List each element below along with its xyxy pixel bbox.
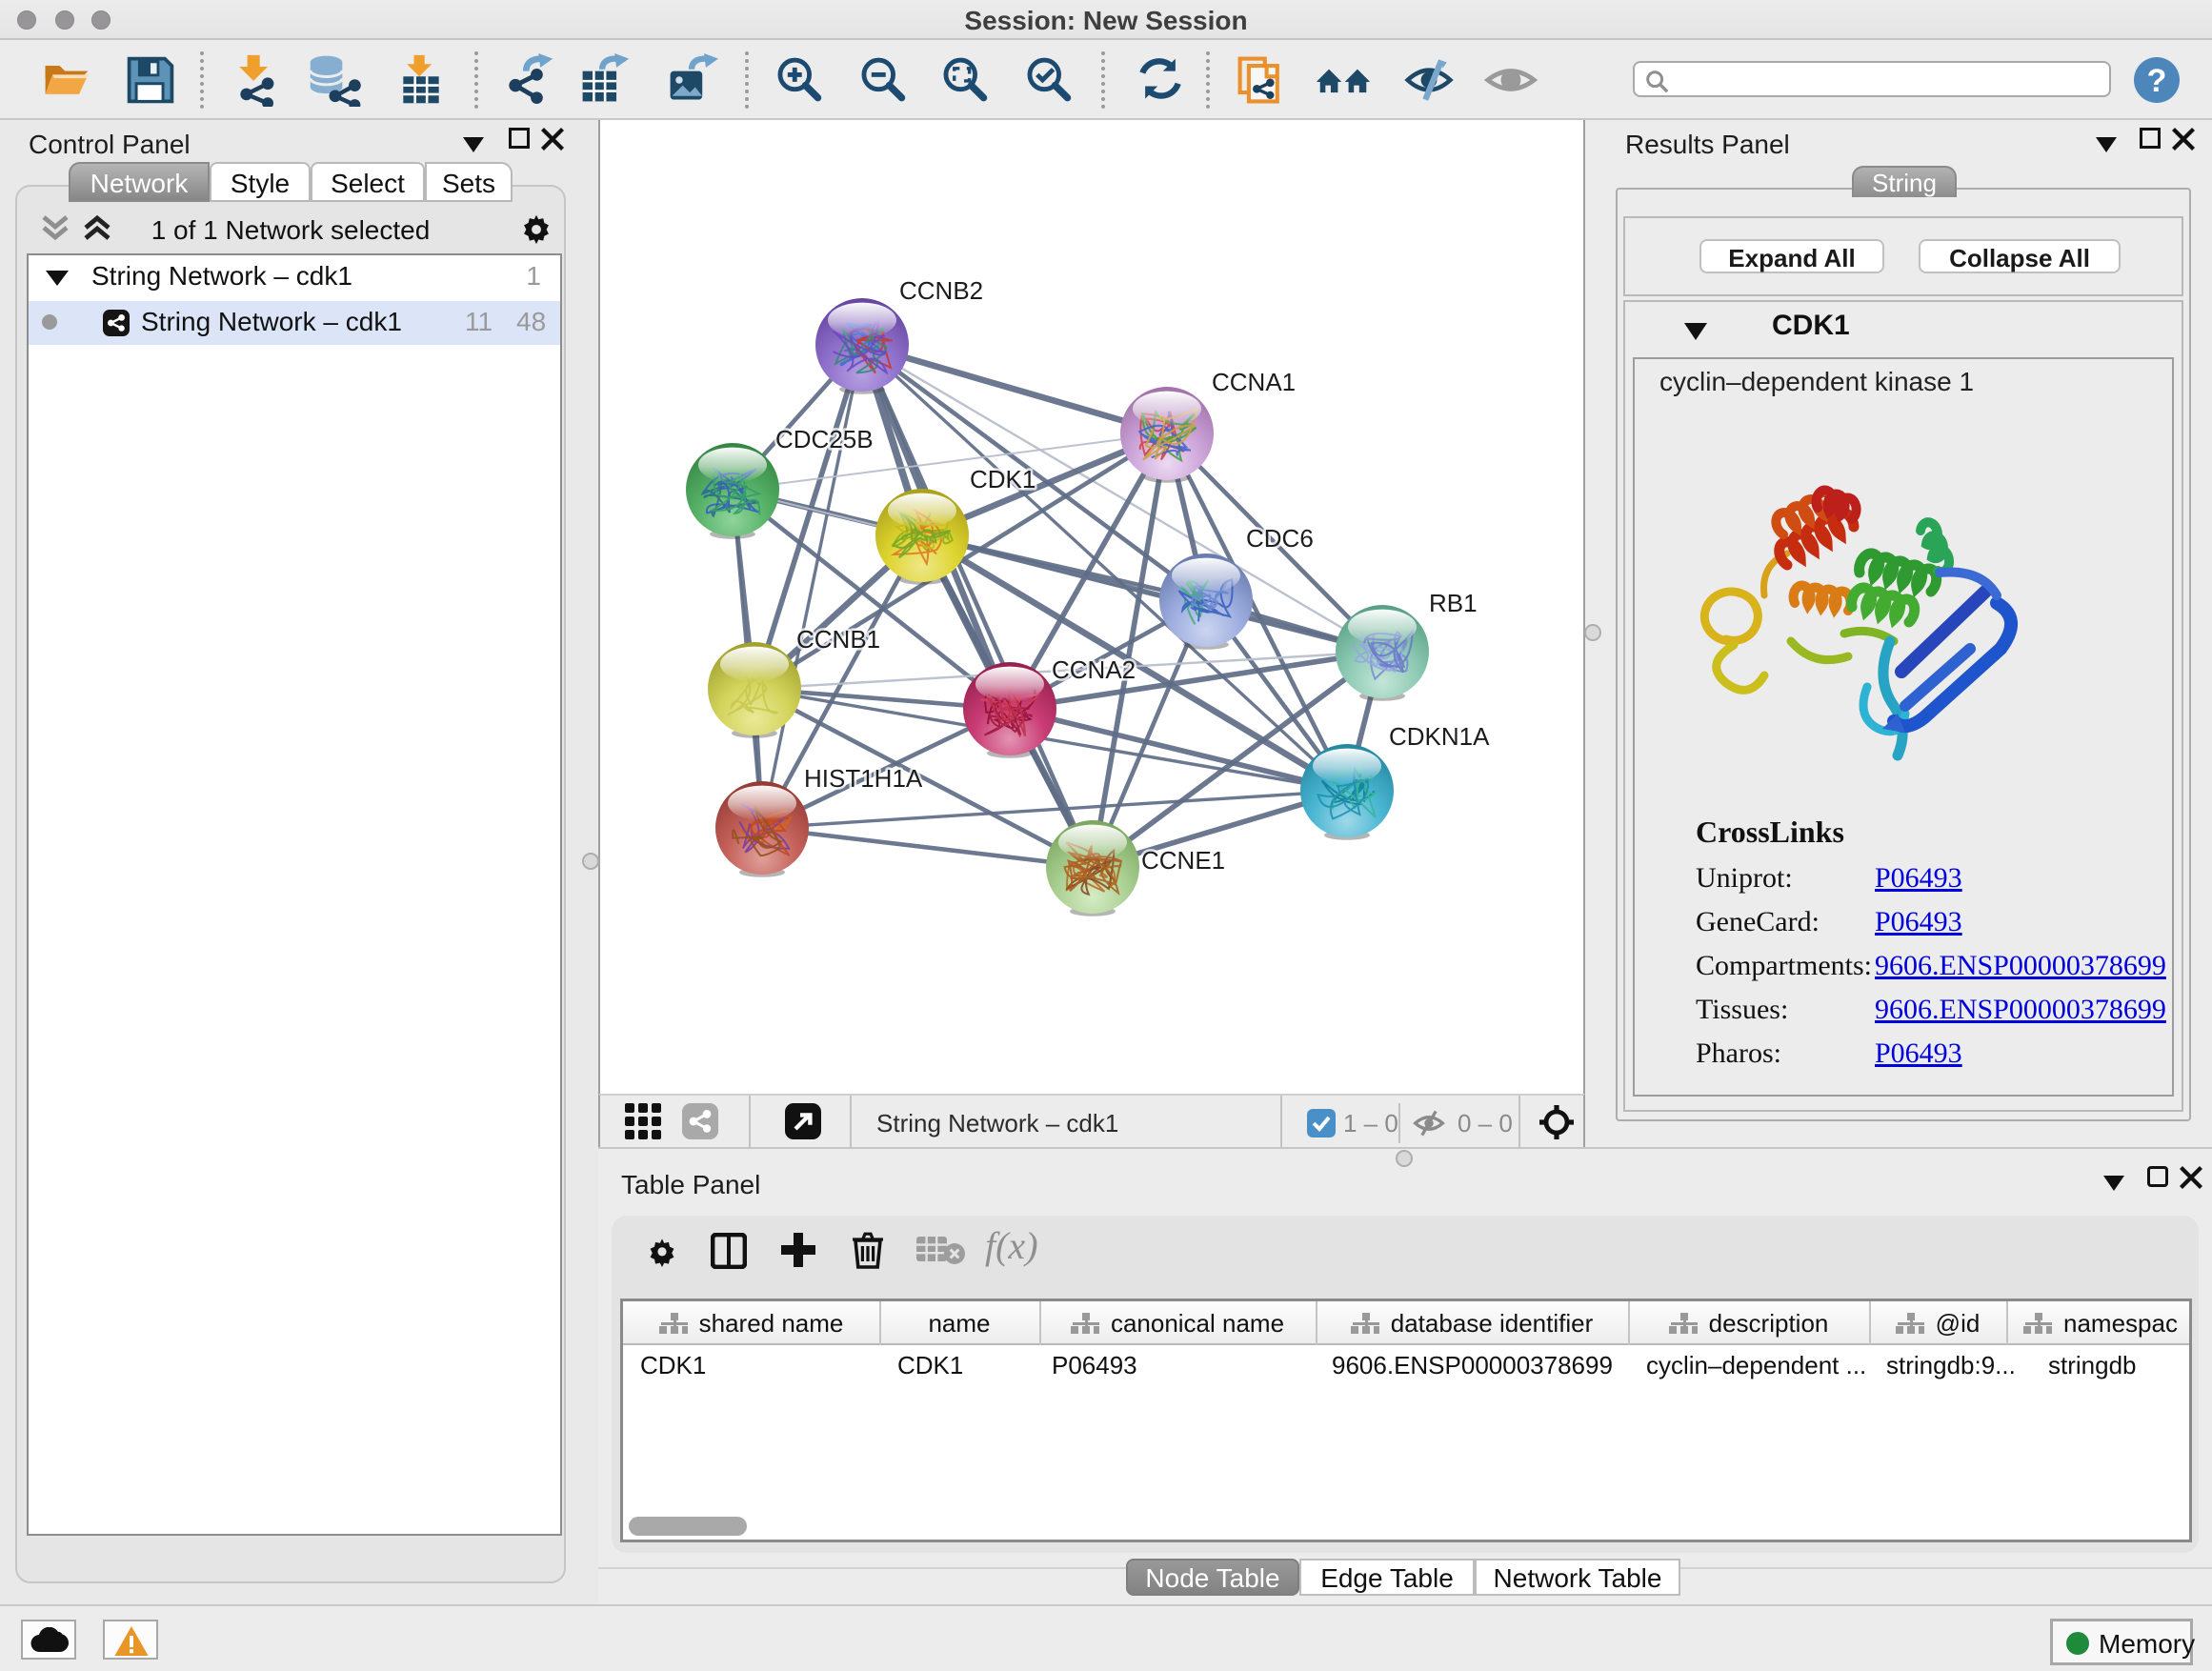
- svg-text:RB1: RB1: [1429, 589, 1478, 617]
- svg-text:CCNB1: CCNB1: [796, 625, 880, 654]
- svg-text:HIST1H1A: HIST1H1A: [804, 764, 923, 793]
- svg-text:CDC6: CDC6: [1246, 524, 1314, 553]
- svg-text:CCNA1: CCNA1: [1212, 368, 1296, 396]
- svg-text:CCNE1: CCNE1: [1141, 846, 1225, 875]
- svg-text:CDC25B: CDC25B: [775, 425, 874, 453]
- svg-text:CCNB2: CCNB2: [899, 276, 983, 305]
- svg-text:CDKN1A: CDKN1A: [1389, 722, 1490, 751]
- svg-text:CDK1: CDK1: [970, 465, 1036, 493]
- svg-text:?: ?: [2147, 63, 2167, 99]
- svg-text:CCNA2: CCNA2: [1052, 655, 1136, 684]
